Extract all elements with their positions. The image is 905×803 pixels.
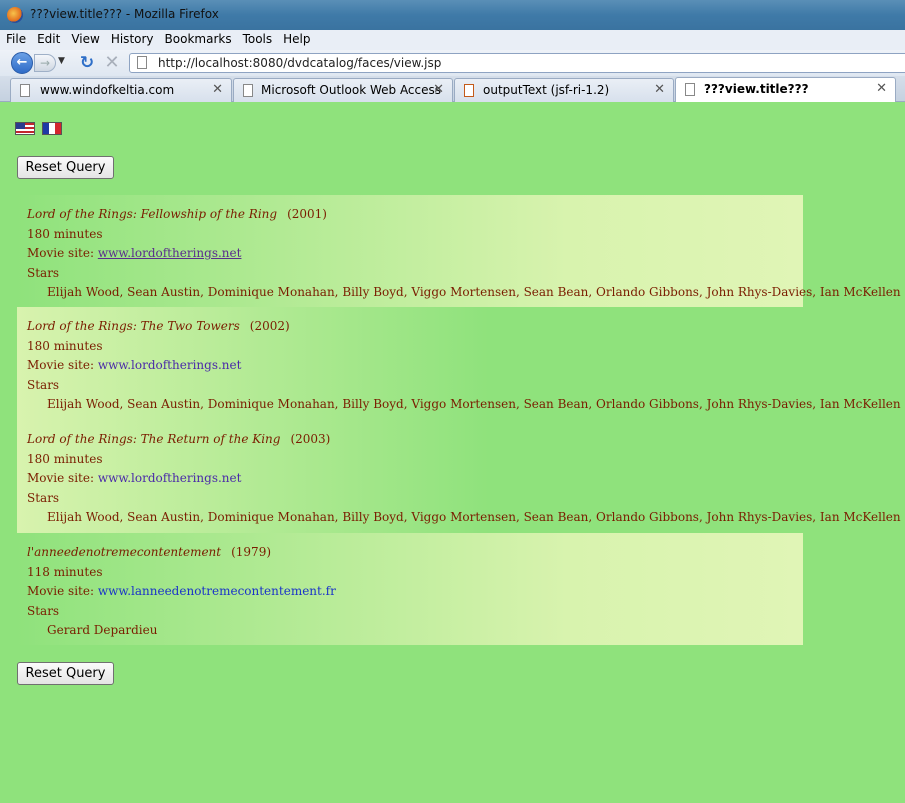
movie-title-line: Lord of the Rings: The Return of the Kin… — [27, 430, 803, 450]
page-icon — [685, 83, 695, 96]
url-bar[interactable] — [129, 53, 905, 73]
us-flag-icon[interactable] — [15, 122, 35, 135]
page-icon — [243, 84, 253, 97]
page-icon — [20, 84, 30, 97]
movie-year: (2001) — [287, 207, 327, 221]
close-icon[interactable]: ✕ — [654, 82, 665, 97]
movie-year: (2003) — [290, 432, 331, 446]
window-title-bar: ???view.title??? - Mozilla Firefox — [0, 0, 905, 30]
tab-view-title[interactable]: ???view.title??? ✕ — [675, 77, 896, 102]
tab-outlook[interactable]: Microsoft Outlook Web Access ✕ — [233, 78, 453, 102]
reload-icon[interactable]: ↻ — [77, 53, 97, 73]
page-icon — [137, 56, 147, 69]
movie-year: (1979) — [231, 545, 272, 559]
stars-label: Stars — [27, 490, 60, 505]
movie-title-line: l'anneedenotremecontentement (1979) — [27, 543, 803, 563]
movie-duration: 180 minutes — [27, 226, 103, 241]
reset-query-button[interactable]: Reset Query — [17, 156, 114, 179]
forward-button[interactable]: → — [34, 54, 56, 72]
menu-history[interactable]: History — [105, 30, 159, 46]
movie-site-line: Movie site: www.lordoftherings.net — [27, 244, 803, 264]
movie-site-link[interactable]: www.lanneedenotremecontentement.fr — [98, 584, 336, 598]
stars-label: Stars — [27, 377, 60, 392]
movie-entry: l'anneedenotremecontentement (1979) 118 m… — [17, 533, 803, 645]
movie-title: Lord of the Rings: The Return of the Kin… — [27, 432, 281, 446]
movie-site-link[interactable]: www.lordoftherings.net — [98, 246, 242, 260]
navigation-toolbar: ← → ▼ ↻ ✕ — [0, 50, 905, 76]
tab-label: www.windofkeltia.com — [40, 83, 175, 97]
movie-duration: 180 minutes — [27, 451, 103, 466]
tab-label: outputText (jsf-ri-1.2) — [483, 83, 610, 97]
tab-outputtext[interactable]: outputText (jsf-ri-1.2) ✕ — [454, 78, 674, 102]
movie-title: Lord of the Rings: Fellowship of the Rin… — [27, 207, 278, 221]
movie-title: l'anneedenotremecontentement — [27, 545, 222, 559]
close-icon[interactable]: ✕ — [876, 81, 887, 96]
menu-help[interactable]: Help — [277, 30, 315, 46]
url-input[interactable] — [158, 55, 898, 71]
close-icon[interactable]: ✕ — [433, 82, 444, 97]
movie-title: Lord of the Rings: The Two Towers — [27, 319, 240, 333]
stars-list: Elijah Wood, Sean Austin, Dominique Mona… — [47, 397, 901, 411]
movie-site-label: Movie site: — [27, 358, 98, 372]
menu-bookmarks[interactable]: Bookmarks — [159, 30, 237, 46]
movie-site-link[interactable]: www.lordoftherings.net — [98, 471, 242, 485]
history-dropdown-icon[interactable]: ▼ — [58, 56, 65, 66]
stars-list: Elijah Wood, Sean Austin, Dominique Mona… — [47, 510, 901, 524]
movie-site-label: Movie site: — [27, 246, 98, 260]
movie-site-link[interactable]: www.lordoftherings.net — [98, 358, 242, 372]
back-button[interactable]: ← — [11, 52, 33, 74]
reset-query-button[interactable]: Reset Query — [17, 662, 114, 685]
tab-label: ???view.title??? — [704, 82, 809, 96]
stars-list: Gerard Depardieu — [47, 623, 158, 637]
movie-site-line: Movie site: www.lordoftherings.net — [27, 356, 803, 376]
movie-site-label: Movie site: — [27, 471, 98, 485]
movie-year: (2002) — [249, 319, 290, 333]
close-icon[interactable]: ✕ — [212, 82, 223, 97]
menu-file[interactable]: File — [0, 30, 31, 46]
stars-label: Stars — [27, 265, 60, 280]
movie-title-line: Lord of the Rings: Fellowship of the Rin… — [27, 205, 803, 225]
movie-site-label: Movie site: — [27, 584, 98, 598]
french-flag-icon[interactable] — [42, 122, 62, 135]
menu-view[interactable]: View — [65, 30, 104, 46]
stop-icon[interactable]: ✕ — [103, 53, 121, 73]
movie-entry: Lord of the Rings: The Return of the Kin… — [17, 420, 901, 533]
movie-duration: 180 minutes — [27, 338, 103, 353]
page-content: Reset Query Lord of the Rings: Fellowshi… — [0, 102, 905, 803]
firefox-icon — [7, 7, 23, 23]
movie-site-line: Movie site: www.lordoftherings.net — [27, 469, 803, 489]
movie-entry: Lord of the Rings: The Two Towers (2002) … — [17, 307, 901, 420]
movie-duration: 118 minutes — [27, 564, 103, 579]
menu-tools[interactable]: Tools — [237, 30, 278, 46]
window-title: ???view.title??? - Mozilla Firefox — [30, 7, 219, 21]
tab-windofkeltia[interactable]: www.windofkeltia.com ✕ — [10, 78, 232, 102]
java-icon — [464, 84, 474, 97]
tab-bar: www.windofkeltia.com ✕ Microsoft Outlook… — [0, 76, 905, 102]
movie-site-line: Movie site: www.lanneedenotremecontentem… — [27, 582, 803, 602]
stars-list: Elijah Wood, Sean Austin, Dominique Mona… — [47, 285, 901, 299]
movie-entry: Lord of the Rings: Fellowship of the Rin… — [17, 195, 901, 307]
menu-bar: File Edit View History Bookmarks Tools Help — [0, 30, 905, 50]
tab-label: Microsoft Outlook Web Access — [261, 83, 442, 97]
menu-edit[interactable]: Edit — [31, 30, 65, 46]
stars-label: Stars — [27, 603, 60, 618]
movie-title-line: Lord of the Rings: The Two Towers (2002) — [27, 317, 803, 337]
